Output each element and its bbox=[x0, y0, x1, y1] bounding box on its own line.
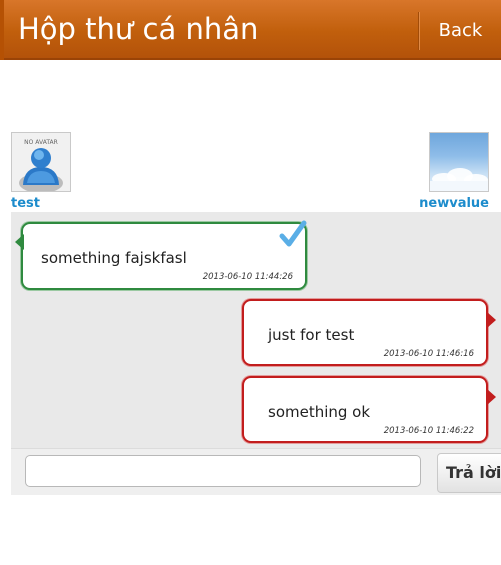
no-avatar-person-icon: NO AVATAR bbox=[12, 133, 70, 191]
message-timestamp: 2013-06-10 11:46:16 bbox=[383, 349, 474, 359]
header-divider bbox=[418, 12, 419, 50]
message-list: something fajskfasl 2013-06-10 11:44:26 … bbox=[11, 212, 501, 448]
bubble-tail bbox=[487, 389, 496, 405]
avatar-right bbox=[429, 132, 489, 192]
checkmark-icon bbox=[279, 220, 307, 247]
message-bubble: something ok 2013-06-10 11:46:22 bbox=[242, 376, 488, 443]
message-timestamp: 2013-06-10 11:46:22 bbox=[383, 426, 474, 436]
header-left-edge bbox=[0, 0, 4, 60]
message-bubble: something fajskfasl 2013-06-10 11:44:26 bbox=[21, 220, 307, 290]
username-left[interactable]: test bbox=[11, 196, 40, 212]
message-timestamp: 2013-06-10 11:44:26 bbox=[202, 272, 293, 282]
username-right[interactable]: newvalue bbox=[419, 196, 489, 212]
message-bubble: just for test 2013-06-10 11:46:16 bbox=[242, 299, 488, 366]
reply-button[interactable]: Trả lời bbox=[437, 453, 501, 493]
bubble-tail bbox=[487, 312, 496, 328]
message-text: something fajskfasl bbox=[41, 249, 187, 267]
reply-bar: Trả lời bbox=[11, 448, 501, 495]
message-text: just for test bbox=[268, 326, 355, 344]
avatar-left: NO AVATAR bbox=[11, 132, 71, 192]
page-title: Hộp thư cá nhân bbox=[18, 12, 259, 46]
message-text: something ok bbox=[268, 403, 371, 421]
avatar-caption: NO AVATAR bbox=[24, 139, 58, 146]
back-button[interactable]: Back bbox=[420, 12, 501, 50]
sky-clouds-avatar-icon bbox=[430, 168, 488, 191]
reply-input[interactable] bbox=[25, 455, 421, 487]
bubble-tail bbox=[15, 234, 24, 250]
app-header: Hộp thư cá nhân Back bbox=[0, 0, 501, 60]
